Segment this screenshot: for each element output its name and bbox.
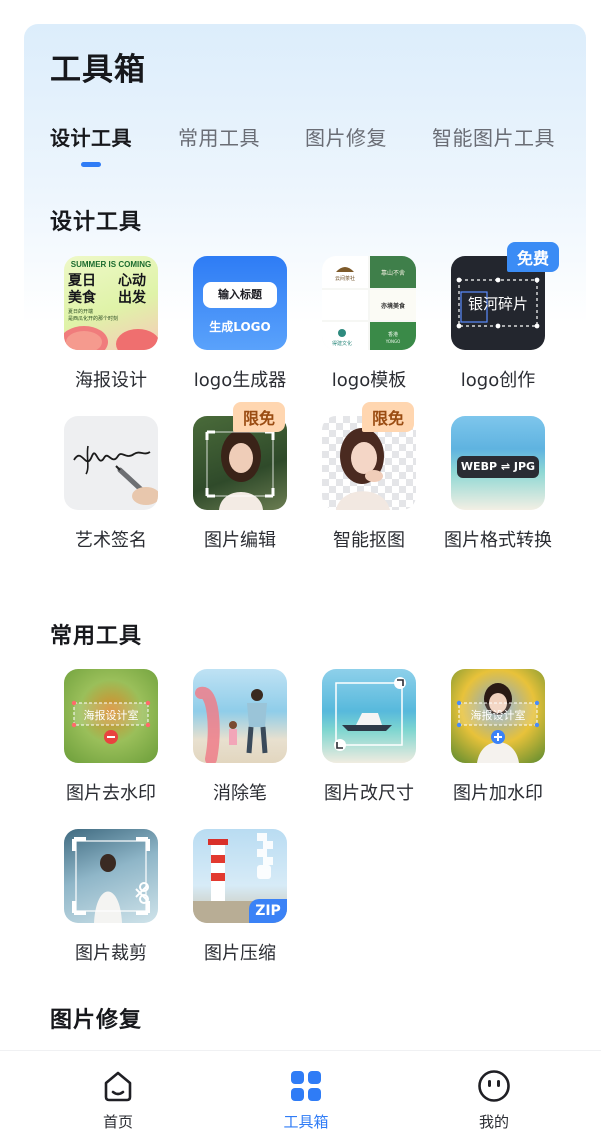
tool-add-watermark[interactable]: 海报设计室 图片加水印 xyxy=(433,669,563,809)
smiley-icon xyxy=(477,1069,511,1103)
tool-label: 艺术签名 xyxy=(75,530,147,551)
tool-label: 智能抠图 xyxy=(333,530,405,551)
template-text-2: 靠山不舍 xyxy=(381,269,405,277)
logo-input-box: 输入标题 xyxy=(203,282,277,308)
poster-text-sub1: 夏日的开端 xyxy=(68,308,93,315)
art-signature-thumbnail xyxy=(64,416,158,510)
nav-toolbox-label: 工具箱 xyxy=(283,1113,329,1131)
logo-create-text: 银河碎片 xyxy=(468,295,528,313)
category-tabs: 设计工具 常用工具 图片修复 智能图片工具 xyxy=(50,122,586,182)
zip-tag: ZIP xyxy=(249,899,287,923)
tool-poster-design[interactable]: SUMMER IS COMING 夏日 心动 美食 出发 夏日的开端 是西瓜化开… xyxy=(46,256,176,396)
template-text-1: 云间茶社 xyxy=(335,275,355,282)
poster-text-meishi: 美食 xyxy=(68,289,97,306)
tool-art-signature[interactable]: 艺术签名 xyxy=(46,416,176,556)
logo-generator-thumbnail: 输入标题 生成LOGO xyxy=(193,256,287,350)
tool-label: 图片裁剪 xyxy=(75,943,147,964)
tool-label: logo生成器 xyxy=(193,370,287,391)
nav-home-label: 首页 xyxy=(102,1113,133,1131)
nav-toolbox[interactable]: 工具箱 xyxy=(261,1069,351,1139)
tool-label: logo模板 xyxy=(331,370,407,391)
tool-label: 图片压缩 xyxy=(204,943,276,964)
poster-design-thumbnail: SUMMER IS COMING 夏日 心动 美食 出发 夏日的开端 是西瓜化开… xyxy=(64,256,158,350)
compress-image-thumbnail: ZIP xyxy=(193,829,287,923)
remove-watermark-thumbnail: 海报设计室 xyxy=(64,669,158,763)
logo-generate-text: 生成LOGO xyxy=(209,320,271,334)
nav-profile[interactable]: 我的 xyxy=(449,1069,539,1139)
page-title: 工具箱 xyxy=(50,52,146,88)
section-title-repair: 图片修复 xyxy=(50,1008,143,1033)
poster-text-summer: SUMMER IS COMING xyxy=(71,260,151,269)
format-convert-thumbnail: WEBP ⇌ JPG xyxy=(451,416,545,510)
tool-label: 图片改尺寸 xyxy=(324,783,414,804)
template-text-3: 亦境美食 xyxy=(381,302,406,310)
tool-label: 图片编辑 xyxy=(204,530,276,551)
tab-common-tools[interactable]: 常用工具 xyxy=(178,122,260,151)
poster-text-xindong: 心动 xyxy=(118,272,146,289)
tool-format-convert[interactable]: WEBP ⇌ JPG 图片格式转换 xyxy=(433,416,563,556)
resize-image-thumbnail xyxy=(322,669,416,763)
remove-watermark-text: 海报设计室 xyxy=(84,708,139,722)
add-watermark-text: 海报设计室 xyxy=(471,708,526,722)
tool-image-edit[interactable]: 限免 图片编辑 xyxy=(175,402,305,556)
tool-logo-generator[interactable]: 输入标题 生成LOGO logo生成器 xyxy=(175,256,305,396)
logo-template-thumbnail: 云间茶社 靠山不舍 亦境美食 得建文化 香港 YONGO xyxy=(322,256,416,350)
eraser-pen-thumbnail xyxy=(193,669,287,763)
free-badge: 免费 xyxy=(506,242,559,272)
poster-text-xiari: 夏日 xyxy=(68,272,96,289)
limited-free-badge: 限免 xyxy=(361,402,414,432)
grid-icon xyxy=(289,1069,323,1103)
tool-resize-image[interactable]: 图片改尺寸 xyxy=(304,669,434,809)
tool-eraser-pen[interactable]: 消除笔 xyxy=(175,669,305,809)
poster-text-sub2: 是西瓜化开的那个时刻 xyxy=(68,315,118,322)
template-text-4: 得建文化 xyxy=(332,340,352,347)
nav-profile-label: 我的 xyxy=(478,1113,509,1131)
format-convert-chip: WEBP ⇌ JPG xyxy=(457,456,539,478)
tool-compress-image[interactable]: ZIP 图片压缩 xyxy=(175,829,305,969)
tool-crop-image[interactable]: 图片裁剪 xyxy=(46,829,176,969)
template-text-5: 香港 xyxy=(388,331,398,338)
tool-label: 图片去水印 xyxy=(66,783,156,804)
nav-home[interactable]: 首页 xyxy=(73,1069,163,1139)
section-title-common: 常用工具 xyxy=(50,624,143,649)
tool-label: 图片加水印 xyxy=(453,783,543,804)
tool-remove-watermark[interactable]: 海报设计室 图片去水印 xyxy=(46,669,176,809)
active-tab-indicator xyxy=(81,162,101,167)
poster-text-chufa: 出发 xyxy=(118,289,147,306)
tab-smart-image-tools[interactable]: 智能图片工具 xyxy=(432,122,555,151)
home-icon xyxy=(101,1069,135,1103)
toolbox-panel: 工具箱 设计工具 常用工具 图片修复 智能图片工具 设计工具 SUMMER IS… xyxy=(24,24,586,1054)
tool-label: logo创作 xyxy=(460,370,536,391)
limited-free-badge: 限免 xyxy=(232,402,285,432)
tool-label: 消除笔 xyxy=(213,783,267,804)
template-text-6: YONGO xyxy=(385,339,401,344)
add-watermark-thumbnail: 海报设计室 xyxy=(451,669,545,763)
tab-design-tools[interactable]: 设计工具 xyxy=(50,122,132,151)
tool-smart-cutout[interactable]: 限免 智能抠图 xyxy=(304,402,434,556)
tab-image-repair[interactable]: 图片修复 xyxy=(305,122,387,151)
tool-logo-create[interactable]: 银河碎片 免费 logo创作 xyxy=(433,242,563,396)
bottom-navigation: 首页 工具箱 我的 xyxy=(0,1050,601,1139)
tool-label: 图片格式转换 xyxy=(444,530,552,551)
tool-label: 海报设计 xyxy=(75,370,147,391)
section-title-design: 设计工具 xyxy=(50,210,143,235)
tool-logo-template[interactable]: 云间茶社 靠山不舍 亦境美食 得建文化 香港 YONGO logo模板 xyxy=(304,256,434,396)
crop-image-thumbnail xyxy=(64,829,158,923)
